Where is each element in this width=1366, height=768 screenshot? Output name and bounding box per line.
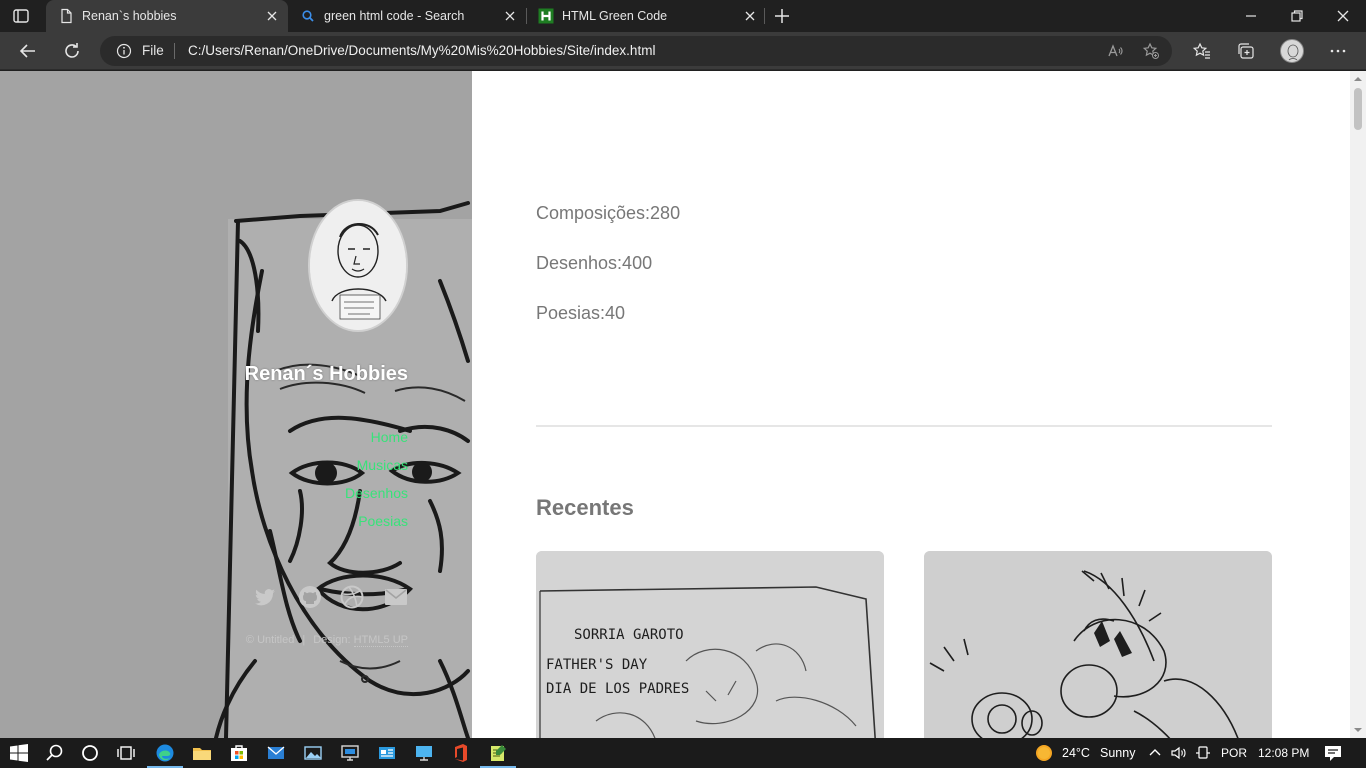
photos-icon[interactable] xyxy=(303,743,323,763)
copyright-text: © Untitled xyxy=(245,634,295,646)
sketch-drawing-image: SORRIA GAROTO FATHER'S DAY DIA DE LOS PA… xyxy=(536,551,884,738)
refresh-icon[interactable] xyxy=(60,39,84,63)
profile-sketch-icon xyxy=(1287,44,1299,61)
windows-start-icon[interactable] xyxy=(9,743,29,763)
profile-avatar[interactable] xyxy=(1280,39,1304,63)
edge-browser-icon[interactable] xyxy=(155,743,175,763)
chevron-up-icon[interactable] xyxy=(1146,744,1164,762)
stat-composicoes: Composições:280 xyxy=(536,203,681,223)
info-icon[interactable] xyxy=(116,43,132,59)
page-viewport: Renan´s Hobbies Home Musicas Desenhos Po… xyxy=(0,71,1366,738)
notifications-icon[interactable] xyxy=(1323,743,1343,763)
close-tab-icon[interactable] xyxy=(264,8,280,24)
address-bar[interactable]: File C:/Users/Renan/OneDrive/Documents/M… xyxy=(100,36,1172,66)
browser-tab-strip: Renan`s hobbies green html code - Search… xyxy=(0,0,1366,32)
twitter-icon[interactable] xyxy=(253,584,279,610)
notepad-icon[interactable] xyxy=(488,743,508,763)
card-sketch-text-1: SORRIA GAROTO xyxy=(574,627,684,643)
clock-time[interactable]: 12:08 PM xyxy=(1258,746,1309,760)
more-menu-icon[interactable] xyxy=(1328,41,1348,61)
nav-link-musicas[interactable]: Musicas xyxy=(345,455,408,483)
mail-icon[interactable] xyxy=(266,743,286,763)
collections-icon[interactable] xyxy=(1236,41,1256,61)
tab-html-green-code[interactable]: HTML Green Code xyxy=(526,0,766,32)
remote-desktop-icon[interactable] xyxy=(340,743,360,763)
file-explorer-icon[interactable] xyxy=(192,743,212,763)
tab-renans-hobbies[interactable]: Renan`s hobbies xyxy=(46,0,288,32)
weather-condition[interactable]: Sunny xyxy=(1100,746,1135,760)
copyright-separator: | xyxy=(302,634,306,646)
weather-sun-icon[interactable] xyxy=(1034,743,1054,763)
design-credit-link[interactable]: HTML5 UP xyxy=(353,634,408,647)
sidebar-nav: Home Musicas Desenhos Poesias xyxy=(345,427,408,539)
scroll-up-arrow-icon[interactable] xyxy=(1354,75,1362,83)
read-aloud-icon[interactable] xyxy=(1106,42,1124,60)
design-label: Design: xyxy=(313,634,351,646)
section-divider xyxy=(536,425,1272,427)
search-icon[interactable] xyxy=(45,743,65,763)
store-icon[interactable] xyxy=(229,743,249,763)
nav-link-poesias[interactable]: Poesias xyxy=(345,511,408,539)
office-icon[interactable] xyxy=(451,743,471,763)
news-app-icon[interactable] xyxy=(377,743,397,763)
volume-icon[interactable] xyxy=(1170,744,1188,762)
weather-temperature[interactable]: 24°C xyxy=(1062,746,1090,760)
nav-link-desenhos[interactable]: Desenhos xyxy=(345,483,408,511)
back-arrow-icon[interactable] xyxy=(16,39,40,63)
sidebar: Renan´s Hobbies Home Musicas Desenhos Po… xyxy=(0,71,472,738)
recent-card-drawing-1[interactable]: SORRIA GAROTO FATHER'S DAY DIA DE LOS PA… xyxy=(536,551,884,738)
new-tab-icon[interactable] xyxy=(772,6,792,26)
close-tab-icon[interactable] xyxy=(742,8,758,24)
tab-separator xyxy=(764,8,765,24)
page-icon xyxy=(61,8,72,24)
main-content: Composições:280 Desenhos:400 Poesias:40 … xyxy=(472,71,1350,738)
profile-avatar-image xyxy=(308,199,408,332)
stat-poesias: Poesias:40 xyxy=(536,303,626,323)
display-settings-icon[interactable] xyxy=(414,743,434,763)
tab-actions-icon[interactable] xyxy=(12,7,30,25)
windows-taskbar: 24°C Sunny POR 12:08 PM xyxy=(0,738,1366,768)
cartoon-drawing-image xyxy=(924,551,1272,738)
address-divider xyxy=(174,43,175,59)
nav-link-home[interactable]: Home xyxy=(345,427,408,455)
github-icon[interactable] xyxy=(297,584,323,610)
card-sketch-text-2: FATHER'S DAY xyxy=(546,657,648,673)
search-icon xyxy=(302,10,314,22)
network-icon[interactable] xyxy=(1194,744,1212,762)
recent-card-drawing-2[interactable] xyxy=(924,551,1272,738)
copyright-footer: © Untitled | Design: HTML5 UP xyxy=(245,634,408,647)
h-logo-icon xyxy=(538,8,554,24)
minimize-icon[interactable] xyxy=(1241,6,1261,26)
browser-toolbar: File C:/Users/Renan/OneDrive/Documents/M… xyxy=(0,32,1366,70)
site-title: Renan´s Hobbies xyxy=(244,363,408,385)
url-text[interactable]: C:/Users/Renan/OneDrive/Documents/My%20M… xyxy=(188,43,655,58)
cortana-icon[interactable] xyxy=(80,743,100,763)
dribbble-icon[interactable] xyxy=(339,584,365,610)
recent-section-title: Recentes xyxy=(536,495,634,520)
card-sketch-text-3: DIA DE LOS PADRES xyxy=(546,681,689,697)
close-tab-icon[interactable] xyxy=(502,8,518,24)
scrollbar-thumb[interactable] xyxy=(1354,88,1362,130)
favorites-icon[interactable] xyxy=(1192,41,1212,61)
task-view-icon[interactable] xyxy=(116,743,136,763)
scroll-down-arrow-icon[interactable] xyxy=(1354,726,1362,734)
stat-desenhos: Desenhos:400 xyxy=(536,253,653,273)
portrait-sketch-icon xyxy=(310,201,406,330)
tab-title: Renan`s hobbies xyxy=(82,9,177,23)
add-favorite-icon[interactable] xyxy=(1142,42,1160,60)
tab-title: HTML Green Code xyxy=(562,9,668,23)
restore-icon[interactable] xyxy=(1287,6,1307,26)
tab-title: green html code - Search xyxy=(324,9,465,23)
input-language[interactable]: POR xyxy=(1221,746,1247,760)
page-scrollbar[interactable] xyxy=(1350,71,1366,738)
close-window-icon[interactable] xyxy=(1333,6,1353,26)
tab-green-html-search[interactable]: green html code - Search xyxy=(288,0,526,32)
file-scheme-label: File xyxy=(142,43,164,58)
email-icon[interactable] xyxy=(383,584,409,610)
